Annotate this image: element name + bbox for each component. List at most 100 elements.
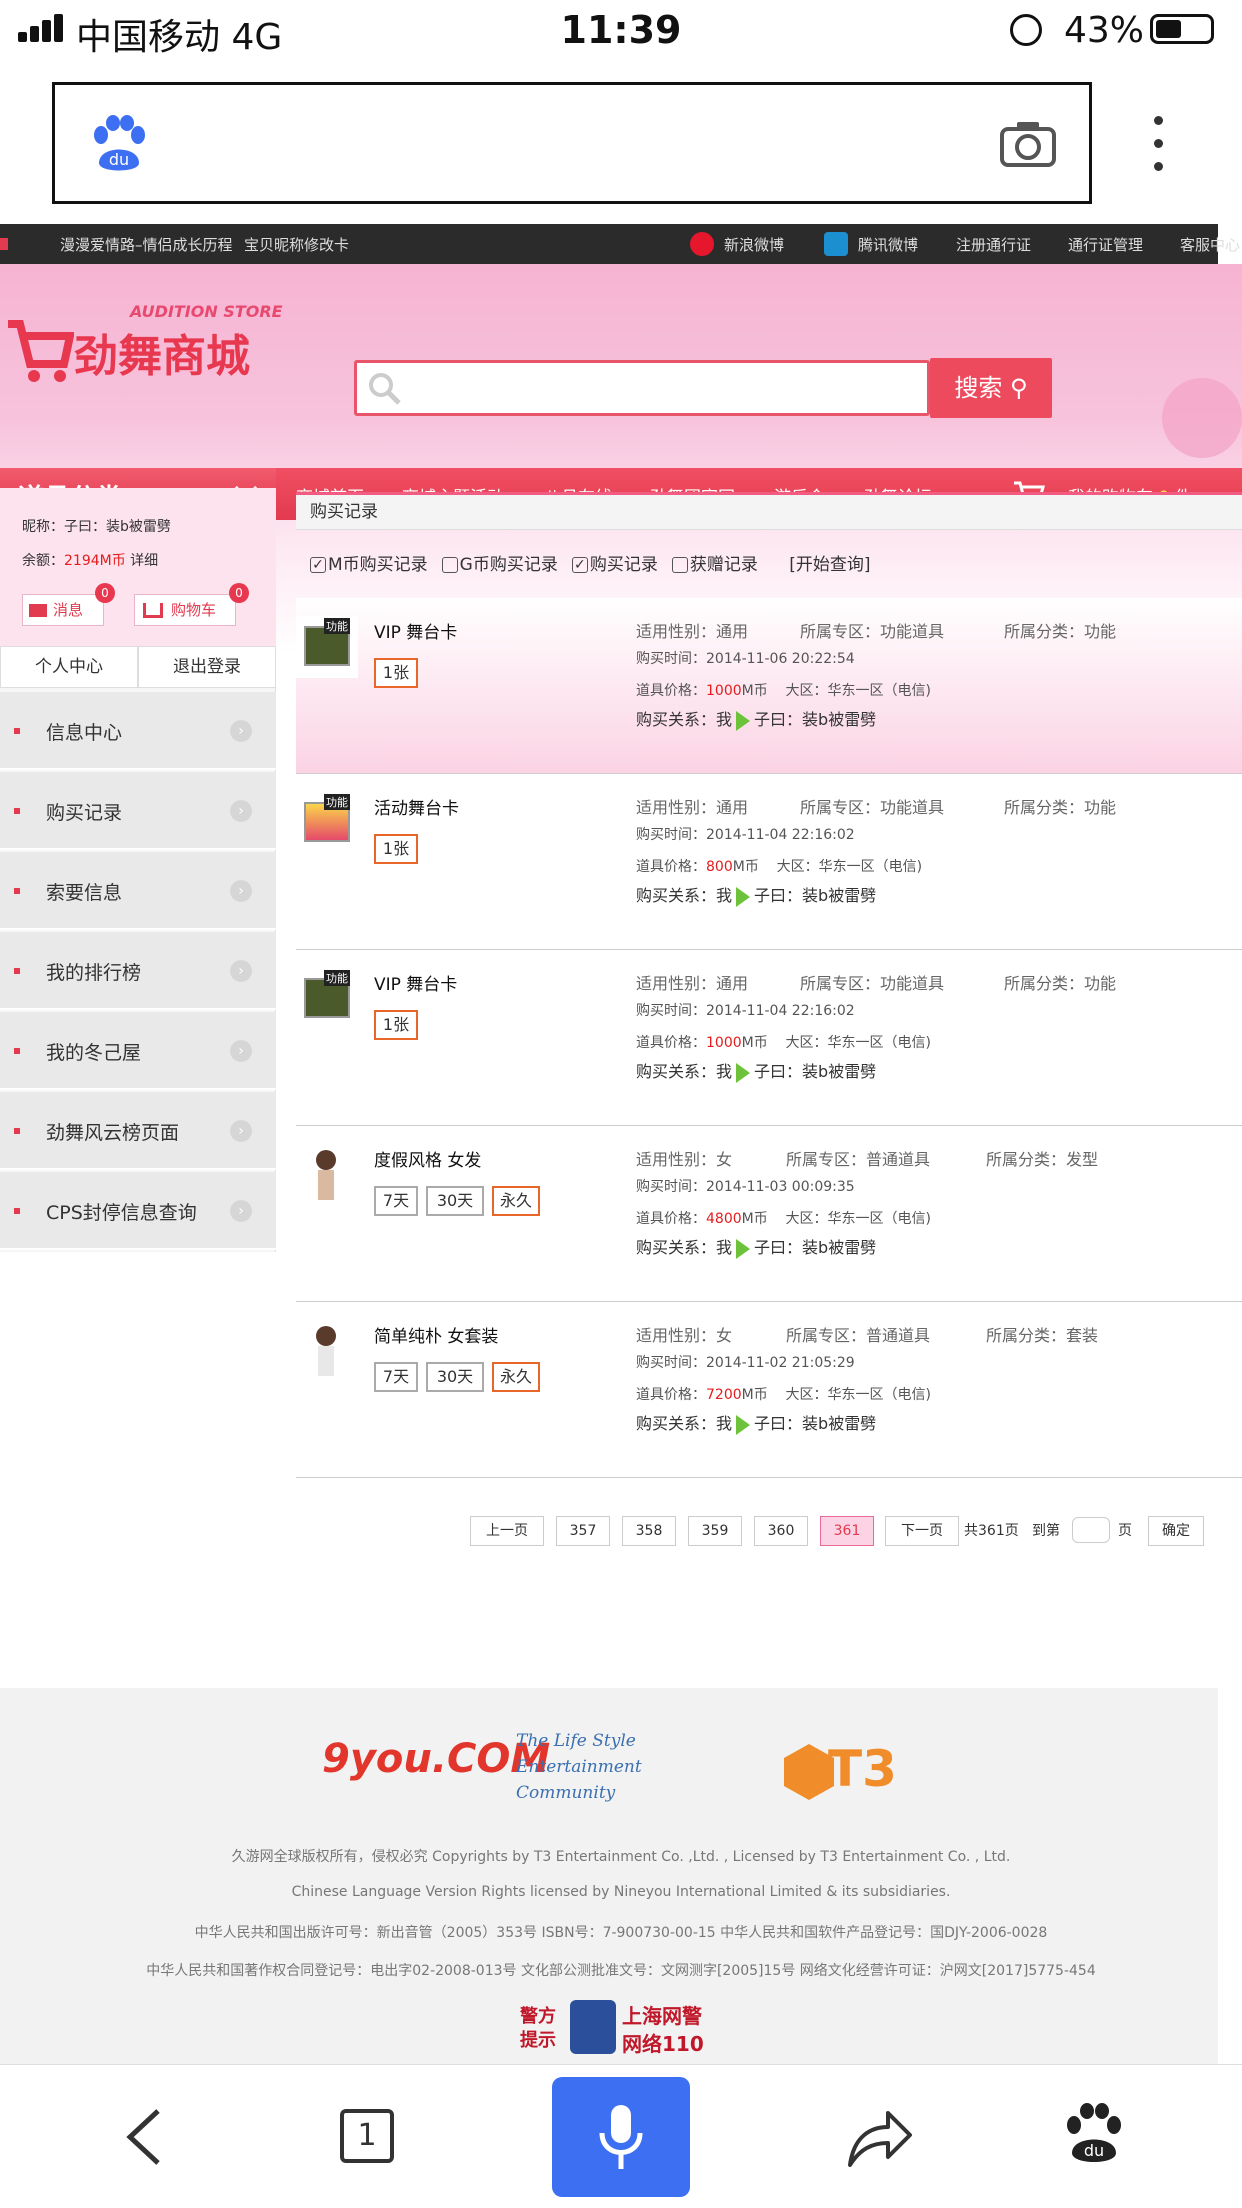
- goto-page-input[interactable]: [1072, 1517, 1110, 1543]
- share-icon[interactable]: [844, 2105, 914, 2169]
- page-number-button[interactable]: 359: [688, 1516, 742, 1546]
- item-thumbnail[interactable]: [296, 1320, 358, 1382]
- item-name[interactable]: 活动舞台卡: [374, 794, 459, 819]
- tabs-button[interactable]: 1: [340, 2109, 394, 2163]
- decor-circle: [1162, 378, 1242, 458]
- store-logo[interactable]: AUDITION STORE 劲舞商城: [4, 302, 294, 412]
- next-page-button[interactable]: 下一页: [885, 1516, 959, 1546]
- item-name[interactable]: 度假风格 女发: [374, 1146, 481, 1171]
- search-input[interactable]: [354, 360, 930, 416]
- checkbox[interactable]: ✓: [571, 557, 588, 573]
- checkbox[interactable]: [671, 557, 688, 573]
- gender-label: 适用性别：: [636, 622, 717, 641]
- duration-option[interactable]: 永久: [492, 1362, 541, 1392]
- side-menu-item[interactable]: 信息中心 ›: [0, 692, 276, 770]
- search-button[interactable]: 搜索 ⚲: [930, 358, 1052, 418]
- duration-option[interactable]: 1张: [374, 1010, 418, 1040]
- category-info: 所属分类：功能: [1004, 794, 1116, 818]
- license-line: 中华人民共和国出版许可号：新出音管（2005）353号 ISBN号：7-9007…: [194, 1925, 1048, 1941]
- passport-link[interactable]: 通行证管理: [1068, 234, 1143, 255]
- side-menu-item[interactable]: 我的排行榜 ›: [0, 932, 276, 1010]
- item-name[interactable]: VIP 舞台卡: [374, 618, 457, 643]
- relation-label: 购买关系：: [636, 1238, 717, 1257]
- baidu-home-icon[interactable]: du: [1064, 2103, 1124, 2165]
- tab-count: 1: [357, 2118, 377, 2153]
- page-number: 358: [635, 1523, 663, 1539]
- prev-page-button[interactable]: 上一页: [470, 1516, 544, 1546]
- category-value: 发型: [1066, 1150, 1099, 1169]
- item-thumbnail[interactable]: [296, 1144, 358, 1206]
- voice-search-button[interactable]: [552, 2077, 690, 2197]
- filter-option[interactable]: 获赠记录: [671, 555, 758, 575]
- price-info: 道具价格：1000M币 大区：华东一区（电信): [636, 680, 931, 700]
- weibo-icon: [690, 232, 714, 256]
- top-link[interactable]: 宝贝昵称修改卡: [244, 234, 349, 255]
- item-thumbnail[interactable]: 功能: [296, 792, 358, 854]
- duration-option[interactable]: 1张: [374, 834, 418, 864]
- top-link[interactable]: 漫漫爱情路–情侣成长历程: [60, 234, 233, 255]
- search-button-label: 搜索: [954, 374, 1003, 402]
- side-menu-item[interactable]: 劲舞风云榜页面 ›: [0, 1092, 276, 1170]
- filter-option[interactable]: G币购买记录: [441, 555, 558, 575]
- cart-button[interactable]: 购物车 0: [134, 583, 249, 626]
- side-menu-label: 信息中心: [46, 722, 123, 744]
- status-bar: 中国移动 4G 11:39 43%: [0, 0, 1242, 62]
- duration-option[interactable]: 7天: [374, 1362, 418, 1392]
- police-icon: [570, 2000, 616, 2054]
- more-menu-icon[interactable]: [1152, 116, 1164, 172]
- filter-option[interactable]: ✓ M币购买记录: [310, 555, 428, 575]
- relation-info: 购买关系：我 子曰：装b被雷劈: [636, 1058, 876, 1083]
- time-label: 购买时间：: [636, 1179, 706, 1195]
- register-link[interactable]: 注册通行证: [956, 234, 1031, 255]
- chevron-right-icon: ›: [230, 800, 252, 822]
- goto-confirm-button[interactable]: 确定: [1148, 1516, 1204, 1546]
- checkbox[interactable]: [441, 557, 458, 573]
- browser-bottom-bar: 1 du: [0, 2064, 1242, 2208]
- support-link[interactable]: 客服中心: [1180, 234, 1240, 255]
- page-number-button[interactable]: 360: [754, 1516, 808, 1546]
- prev-page-label: 上一页: [486, 1523, 528, 1539]
- gender-value: 女: [716, 1150, 733, 1169]
- camera-icon[interactable]: [999, 119, 1057, 169]
- messages-button[interactable]: 消息 0: [22, 583, 115, 626]
- orientation-lock-icon: [1010, 14, 1042, 46]
- gender-info: 适用性别：通用: [636, 618, 748, 642]
- item-name[interactable]: 简单纯朴 女套装: [374, 1322, 498, 1347]
- side-menu-item[interactable]: 索要信息 ›: [0, 852, 276, 930]
- record-list: 功能 VIP 舞台卡 1张 适用性别：通用 所属专区：功能道具 所属分类：功能 购买时间：2…: [296, 598, 1242, 1478]
- logout-tab[interactable]: 退出登录: [138, 646, 276, 688]
- zone-label: 所属专区：: [786, 1150, 867, 1169]
- tencent-weibo-link[interactable]: 腾讯微博: [858, 234, 918, 255]
- duration-option[interactable]: 永久: [492, 1186, 541, 1216]
- duration-option[interactable]: 30天: [426, 1362, 484, 1392]
- relation-label: 购买关系：: [636, 1414, 717, 1433]
- item-name[interactable]: VIP 舞台卡: [374, 970, 457, 995]
- function-badge: 功能: [324, 970, 350, 986]
- duration-option[interactable]: 1张: [374, 658, 418, 688]
- category-label: 所属分类：: [1004, 798, 1085, 817]
- filter-option[interactable]: ✓ 购买记录: [571, 555, 658, 575]
- current-page[interactable]: 361: [820, 1516, 874, 1546]
- duration-option[interactable]: 30天: [426, 1186, 484, 1216]
- detail-link[interactable]: 详细: [130, 553, 158, 569]
- zone-label: 所属专区：: [800, 622, 881, 641]
- region-label: 大区：: [785, 1035, 828, 1051]
- police-badge[interactable]: 警方 提示 上海网警 网络110: [520, 1998, 730, 2058]
- page-number-button[interactable]: 358: [622, 1516, 676, 1546]
- back-icon[interactable]: [124, 2107, 164, 2167]
- side-menu-item[interactable]: 我的冬己屋 ›: [0, 1012, 276, 1090]
- price-info: 道具价格：800M币 大区：华东一区（电信): [636, 856, 922, 876]
- duration-option[interactable]: 7天: [374, 1186, 418, 1216]
- checkbox[interactable]: ✓: [310, 557, 326, 573]
- t3-logo: T3: [784, 1740, 914, 1810]
- weibo-link[interactable]: 新浪微博: [724, 234, 784, 255]
- start-query-link[interactable]: [开始查询]: [789, 555, 870, 575]
- item-thumbnail[interactable]: 功能: [296, 616, 358, 678]
- address-bar[interactable]: du: [52, 82, 1092, 204]
- page-number-button[interactable]: 357: [556, 1516, 610, 1546]
- item-thumbnail[interactable]: 功能: [296, 968, 358, 1030]
- side-menu-item[interactable]: 购买记录 ›: [0, 772, 276, 850]
- user-sidebar: 昵称：子曰：装b被雷劈 余额：2194M币 详细 消息 0 购物车 0 个人中心…: [0, 488, 276, 1252]
- personal-center-tab[interactable]: 个人中心: [0, 646, 138, 688]
- side-menu-item[interactable]: CPS封停信息查询 ›: [0, 1172, 276, 1250]
